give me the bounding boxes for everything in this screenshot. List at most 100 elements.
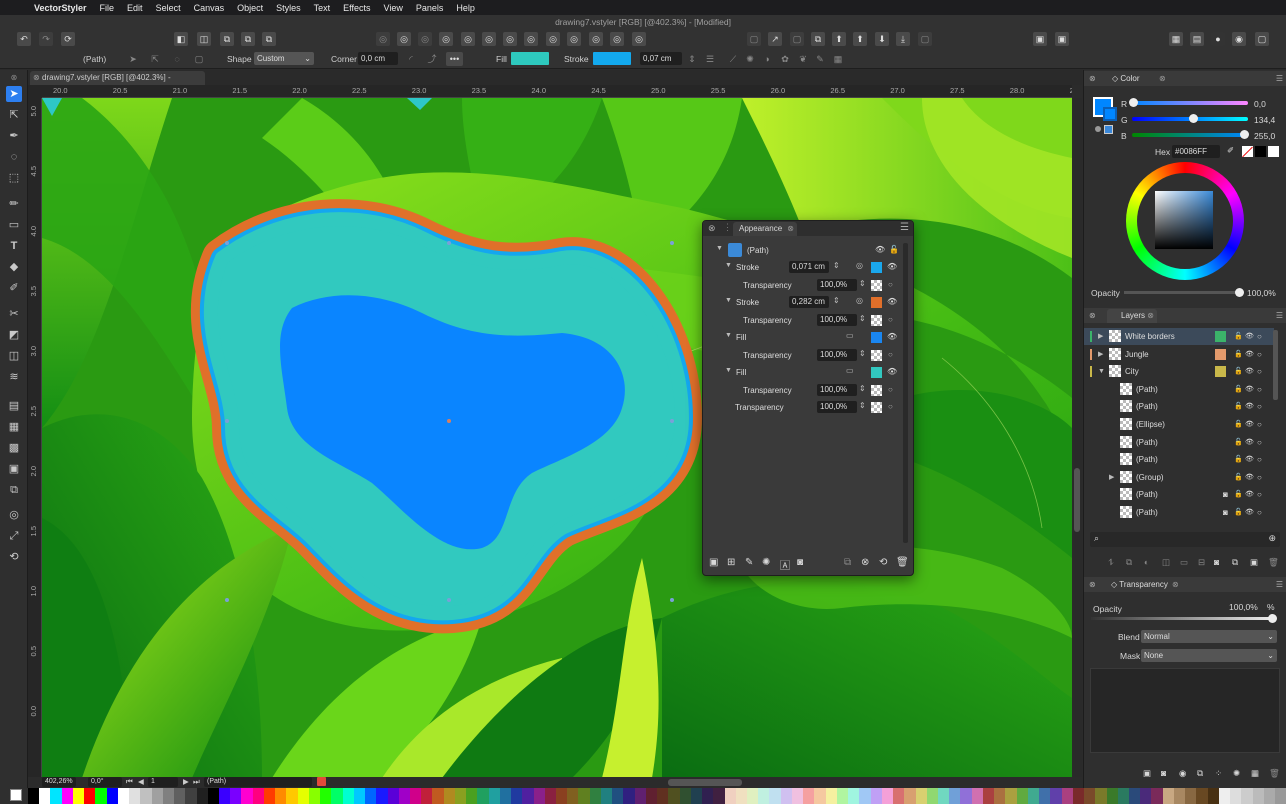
palette-swatch[interactable]: [645, 788, 658, 804]
eye-icon[interactable]: 👁: [1245, 398, 1254, 415]
horizontal-scroll-thumb[interactable]: [668, 779, 742, 786]
g-value[interactable]: 134,4: [1254, 115, 1275, 125]
horizontal-ruler[interactable]: 20.0 20.5 21.0 21.5 22.0 22.5 23.0 23.5 24.0 24.5…: [42, 85, 1072, 98]
palette-swatch[interactable]: [1140, 788, 1152, 804]
palette-swatch[interactable]: [623, 788, 635, 804]
eye-icon[interactable]: 👁: [1245, 416, 1254, 433]
palette-swatch[interactable]: [342, 788, 354, 804]
scale-tool-icon[interactable]: ⤢: [6, 528, 22, 544]
palette-swatch[interactable]: [1230, 788, 1242, 804]
fill-color-swatch[interactable]: [511, 52, 549, 65]
menu-help[interactable]: Help: [456, 3, 475, 13]
palette-swatch[interactable]: [1275, 788, 1286, 804]
swap-colors-icon[interactable]: [1095, 126, 1101, 132]
palette-swatch[interactable]: [578, 788, 590, 804]
mesh-tool-icon[interactable]: ▦: [6, 419, 22, 435]
palette-swatch[interactable]: [893, 788, 905, 804]
effect-grid-icon[interactable]: ▦: [831, 52, 845, 66]
eye-icon[interactable]: 👁: [1245, 363, 1254, 380]
palette-swatch[interactable]: [556, 788, 568, 804]
palette-swatch[interactable]: [275, 788, 287, 804]
appearance-row-value[interactable]: 0,071 cm: [789, 261, 829, 273]
path-join-icon[interactable]: ◎: [589, 32, 603, 46]
bring-forward-icon[interactable]: ⬆: [832, 32, 846, 46]
collapse-icon[interactable]: ▼: [725, 332, 732, 339]
palette-swatch[interactable]: [230, 788, 242, 804]
layer-color-swatch[interactable]: [1215, 348, 1226, 360]
boolean-trim-icon[interactable]: ◎: [482, 32, 496, 46]
layer-row[interactable]: ▼ City 🔓 👁 ○: [1084, 363, 1274, 380]
palette-swatch[interactable]: [477, 788, 489, 804]
appearance-row-value[interactable]: 0,282 cm: [789, 296, 829, 308]
effect-brush-icon[interactable]: ✎: [813, 52, 827, 66]
palette-swatch[interactable]: [1241, 788, 1253, 804]
tab-close-icon[interactable]: ⊗: [1147, 309, 1154, 323]
redo-icon[interactable]: ↷: [39, 32, 53, 46]
palette-swatch[interactable]: [848, 788, 860, 804]
pen-tool-icon[interactable]: ✒: [6, 128, 22, 144]
palette-swatch[interactable]: [1196, 788, 1208, 804]
palette-swatch[interactable]: [61, 788, 73, 804]
transparency-swatch[interactable]: [871, 384, 882, 396]
menu-object[interactable]: Object: [237, 3, 263, 13]
layer-name[interactable]: (Path): [1136, 504, 1158, 521]
lock-icon[interactable]: 🔓: [1234, 504, 1243, 521]
palette-swatch[interactable]: [937, 788, 950, 804]
node-tool-icon[interactable]: ⇱: [6, 107, 22, 123]
layer-name[interactable]: (Ellipse): [1136, 416, 1165, 433]
appearance-row[interactable]: ▼ Fill ▭ 👁: [703, 329, 903, 346]
layer-merge-icon[interactable]: ⥮: [1108, 557, 1114, 568]
lock-icon[interactable]: 🔓: [1234, 381, 1243, 398]
palette-swatch[interactable]: [28, 788, 40, 804]
palette-swatch[interactable]: [207, 788, 219, 804]
layer-row[interactable]: (Path) 🔓 👁 ○: [1084, 398, 1274, 415]
white-swatch[interactable]: [1268, 146, 1279, 157]
palette-swatch[interactable]: [533, 788, 545, 804]
default-colors-icon[interactable]: [1104, 125, 1113, 134]
palette-swatch[interactable]: [50, 788, 62, 804]
stepper-icon[interactable]: ⇕: [859, 401, 866, 410]
palette-swatch[interactable]: [1128, 788, 1141, 804]
appearance-close-icon[interactable]: ⊗: [708, 223, 716, 234]
palette-swatch[interactable]: [39, 788, 51, 804]
eye-icon[interactable]: 👁: [1245, 469, 1254, 486]
fill-options-icon[interactable]: ▭: [846, 366, 854, 375]
mask-effect-icon[interactable]: ⁘: [1215, 768, 1222, 779]
layer-clip-icon[interactable]: ◫: [1162, 557, 1170, 568]
palette-swatch[interactable]: [747, 788, 759, 804]
palette-swatch[interactable]: [791, 788, 804, 804]
last-page-icon[interactable]: ⏭: [193, 777, 200, 787]
pattern-tool-icon[interactable]: ▩: [6, 440, 22, 456]
menu-app-name[interactable]: VectorStyler: [34, 3, 87, 13]
palette-swatch[interactable]: [836, 788, 849, 804]
appearance-row-value[interactable]: 100,0%: [817, 383, 857, 396]
palette-swatch[interactable]: [926, 788, 938, 804]
appearance-row-swatch[interactable]: [871, 262, 882, 273]
palette-swatch[interactable]: [1162, 788, 1174, 804]
palette-swatch[interactable]: [196, 788, 208, 804]
appearance-row[interactable]: Transparency 100,0% ○ ⇕: [703, 399, 903, 416]
palette-swatch[interactable]: [1095, 788, 1107, 804]
palette-swatch[interactable]: [1027, 788, 1040, 804]
boolean-union-icon[interactable]: ◎: [376, 32, 390, 46]
appearance-row-swatch[interactable]: [871, 297, 882, 308]
layer-row[interactable]: (Path) 🔓 👁 ○: [1084, 434, 1274, 451]
menu-styles[interactable]: Styles: [276, 3, 301, 13]
palette-swatch[interactable]: [724, 788, 736, 804]
palette-swatch[interactable]: [320, 788, 332, 804]
handle-top-left[interactable]: [225, 241, 229, 245]
eye-icon[interactable]: 👁: [887, 367, 897, 376]
target-icon[interactable]: ○: [1257, 398, 1262, 415]
palette-swatch[interactable]: [735, 788, 747, 804]
palette-swatch[interactable]: [589, 788, 601, 804]
palette-swatch[interactable]: [286, 788, 298, 804]
boolean-outline-icon[interactable]: ◎: [546, 32, 560, 46]
hex-field[interactable]: #0086FF: [1172, 145, 1220, 158]
palette-swatch[interactable]: [252, 788, 264, 804]
target-icon[interactable]: ○: [888, 280, 893, 289]
tools-close-icon[interactable]: ⊗: [6, 70, 22, 86]
path-offset-icon[interactable]: ◎: [632, 32, 646, 46]
palette-swatch[interactable]: [971, 788, 983, 804]
mask-link-icon[interactable]: ⧉: [1197, 768, 1203, 779]
corner-field[interactable]: 0,0 cm: [358, 52, 398, 65]
